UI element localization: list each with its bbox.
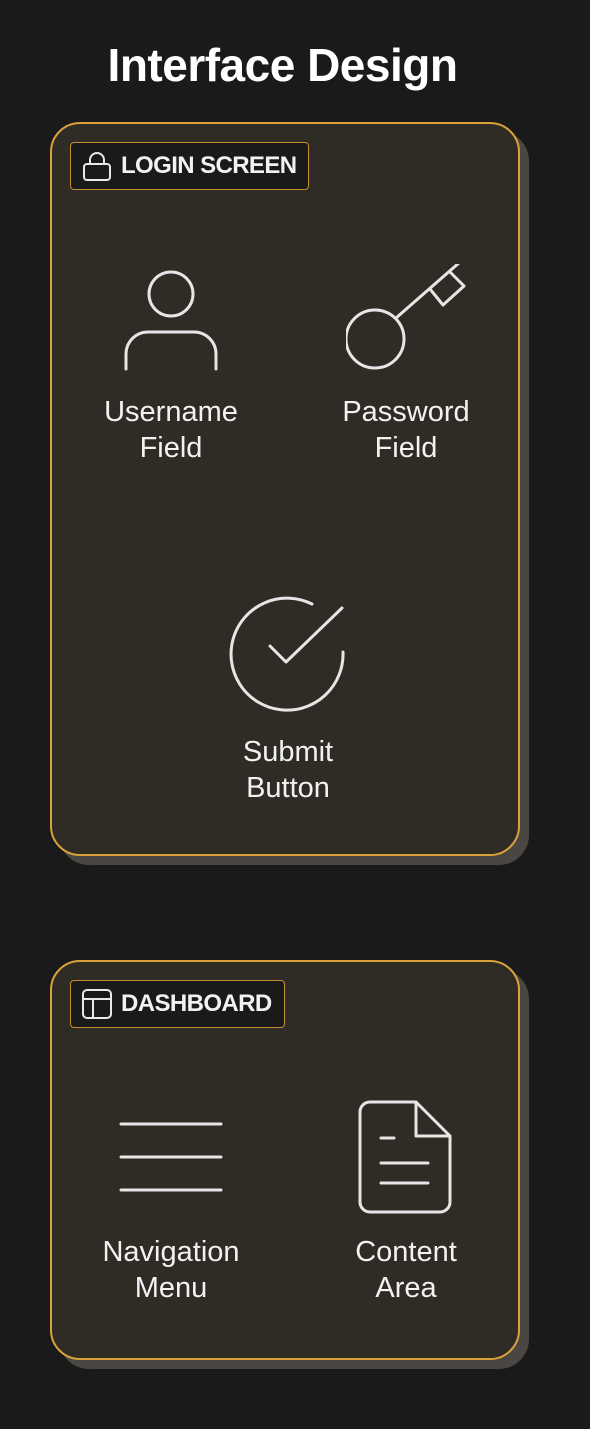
group-label-login-screen: LOGIN SCREEN [70,142,310,190]
node-username-field: Username Field [71,264,271,466]
group-label-text: LOGIN SCREEN [121,152,297,179]
page-title: Interface Design [107,39,458,91]
node-label: Submit Button [242,736,334,804]
lock-icon [83,152,111,181]
group-dashboard: DASHBOARD Navigation Menu Content Area [50,960,520,1360]
node-label: Username Field [104,396,238,464]
node-submit-button: Submit Button [188,594,388,806]
key-icon [346,264,466,370]
node-content-area: Content Area [306,1100,506,1306]
group-login-screen: LOGIN SCREEN Username Field Password Fie… [50,122,520,856]
check-circle-icon [229,596,345,712]
group-label-text: DASHBOARD [121,990,272,1017]
menu-icon [119,1122,223,1192]
user-icon [124,270,218,371]
node-label: Navigation Menu [102,1236,240,1304]
node-label: Content Area [355,1236,457,1304]
node-label: Password Field [342,396,470,464]
file-text-icon [358,1100,452,1214]
node-password-field: Password Field [306,264,506,466]
layout-icon [82,989,112,1019]
node-navigation-menu: Navigation Menu [71,1100,271,1306]
group-label-dashboard: DASHBOARD [70,980,285,1028]
